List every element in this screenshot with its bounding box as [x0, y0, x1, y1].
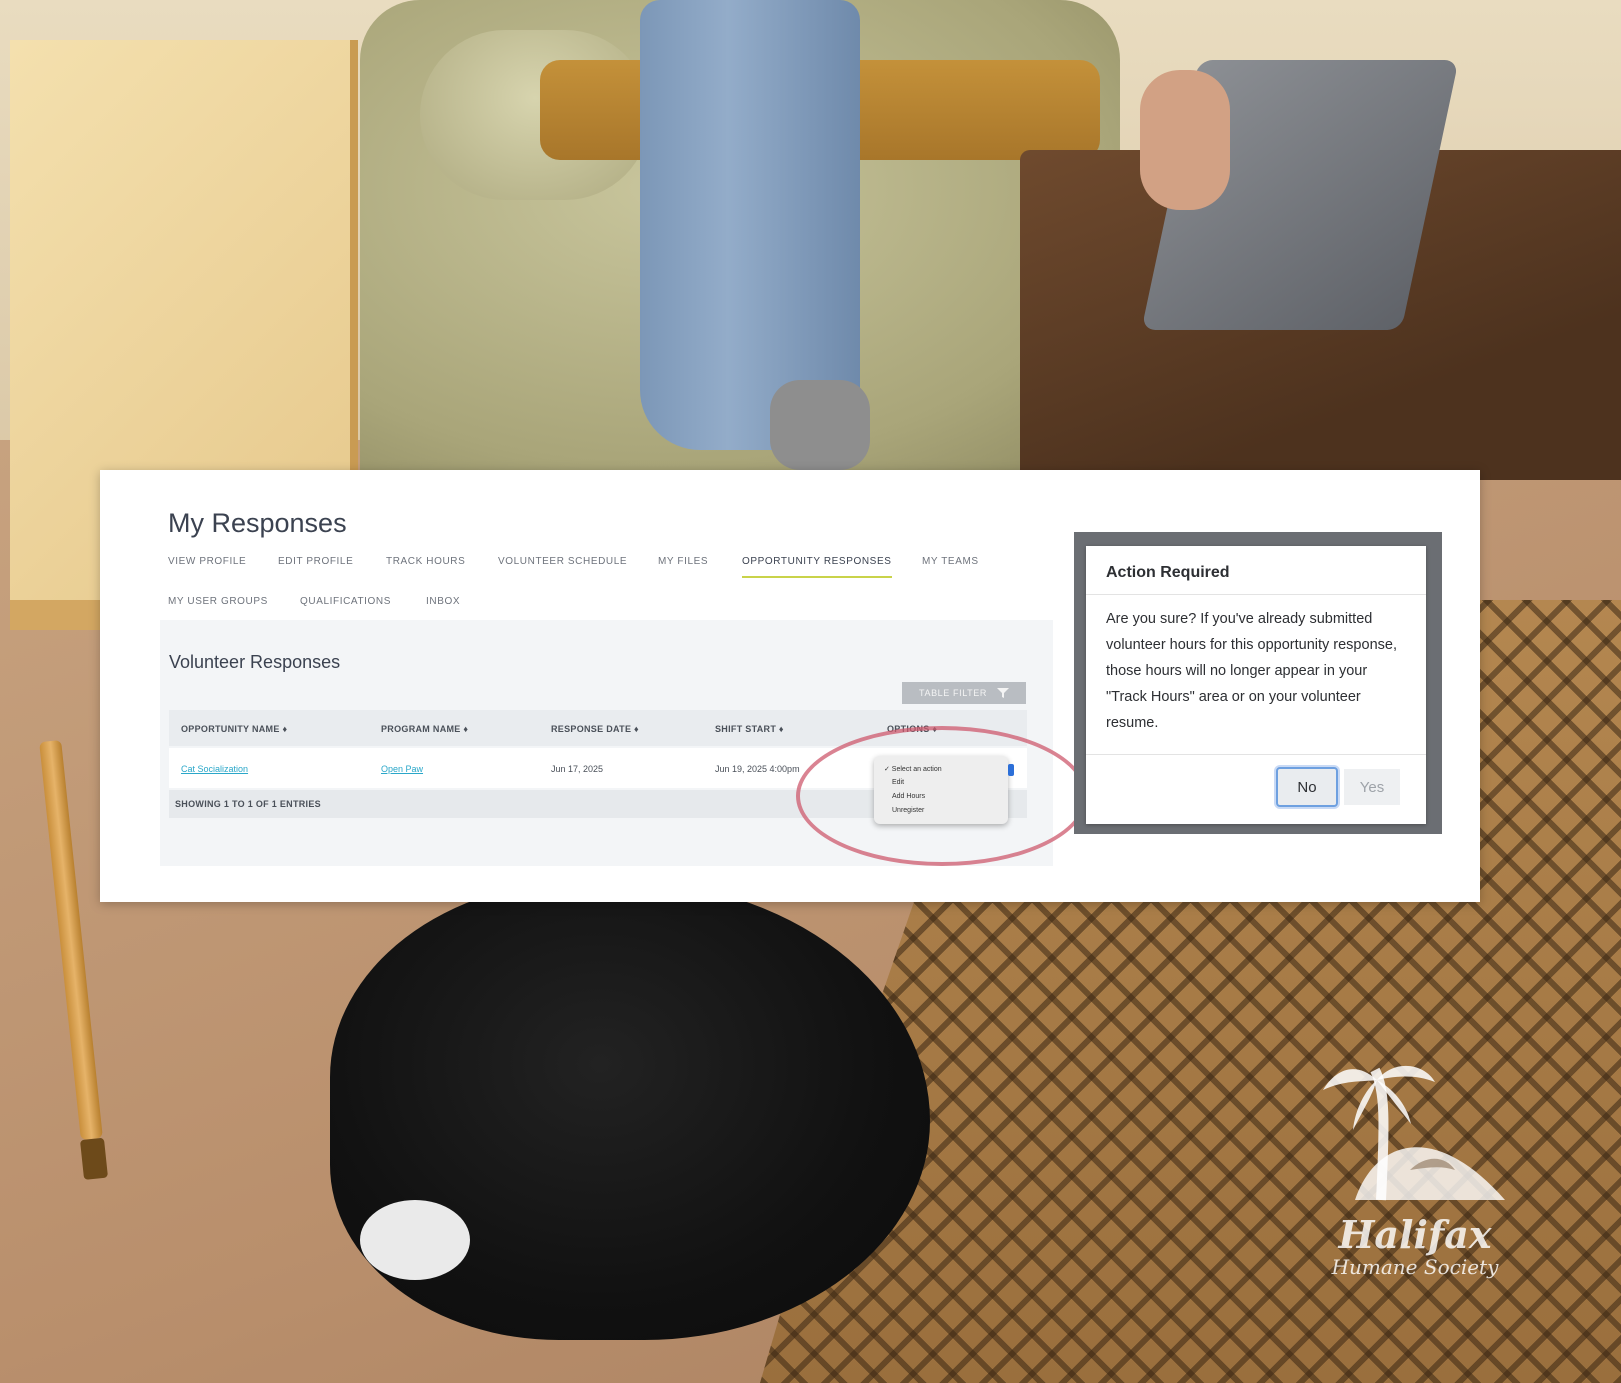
tab-inbox[interactable]: INBOX: [426, 596, 460, 607]
logo-subtitle: Humane Society: [1331, 1255, 1499, 1279]
tab-my-teams[interactable]: MY TEAMS: [922, 556, 979, 567]
sock: [770, 380, 870, 470]
modal-title: Action Required: [1106, 564, 1230, 581]
tab-qualifications[interactable]: QUALIFICATIONS: [300, 596, 391, 607]
tab-volunteer-schedule[interactable]: VOLUNTEER SCHEDULE: [498, 556, 627, 567]
tab-my-files[interactable]: MY FILES: [658, 556, 708, 567]
palm-tree-icon: [1323, 1065, 1505, 1201]
page-title: My Responses: [168, 508, 347, 538]
tab-track-hours[interactable]: TRACK HOURS: [386, 556, 465, 567]
shift-start: Jun 19, 2025 4:00pm: [715, 764, 800, 774]
confirm-modal: Action Required Are you sure? If you've …: [1086, 546, 1426, 824]
table-filter-button[interactable]: TABLE FILTER: [902, 682, 1026, 704]
program-link[interactable]: Open Paw: [381, 764, 423, 774]
yes-button[interactable]: Yes: [1344, 769, 1400, 805]
table-filter-label: TABLE FILTER: [919, 688, 987, 698]
no-button[interactable]: No: [1276, 767, 1338, 807]
entries-count: SHOWING 1 TO 1 OF 1 ENTRIES: [175, 799, 321, 809]
logo-name: Halifax: [1338, 1212, 1492, 1257]
tab-view-profile[interactable]: VIEW PROFILE: [168, 556, 246, 567]
screenshot-card: My Responses VIEW PROFILE EDIT PROFILE T…: [100, 470, 1480, 902]
highlight-ring: [796, 726, 1088, 866]
column-shift-start[interactable]: SHIFT START ♦: [715, 724, 784, 734]
column-response-date[interactable]: RESPONSE DATE ♦: [551, 724, 639, 734]
modal-footer: No Yes: [1086, 754, 1426, 825]
section-title: Volunteer Responses: [169, 652, 341, 672]
modal-message: Are you sure? If you've already submitte…: [1106, 611, 1397, 731]
dog-snout: [360, 1200, 470, 1280]
modal-header: Action Required: [1086, 546, 1426, 595]
filter-icon: [996, 688, 1009, 698]
tab-edit-profile[interactable]: EDIT PROFILE: [278, 556, 353, 567]
column-program-name[interactable]: PROGRAM NAME ♦: [381, 724, 468, 734]
response-date: Jun 17, 2025: [551, 764, 604, 774]
column-opportunity-name[interactable]: OPPORTUNITY NAME ♦: [181, 724, 287, 734]
hand: [1140, 70, 1230, 210]
halifax-humane-society-logo: Halifax Humane Society: [1310, 1060, 1520, 1310]
tab-opportunity-responses[interactable]: OPPORTUNITY RESPONSES: [742, 556, 892, 578]
opportunity-link[interactable]: Cat Socialization: [181, 764, 248, 774]
tab-my-user-groups[interactable]: MY USER GROUPS: [168, 596, 268, 607]
